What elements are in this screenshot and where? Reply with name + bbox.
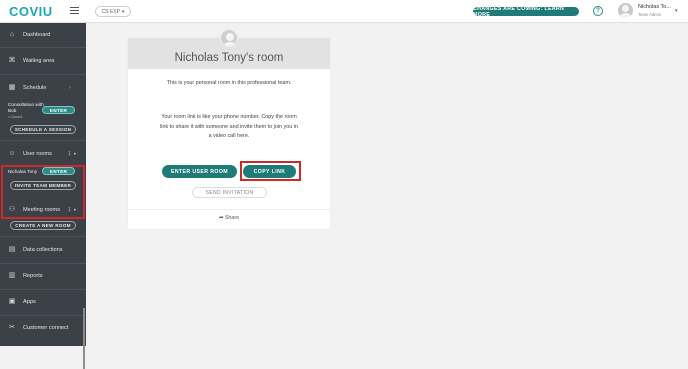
copy-link-button[interactable]: COPY LINK: [243, 165, 296, 178]
user-rooms-count: 1: [68, 151, 71, 157]
consultation-status: • Closed: [8, 115, 23, 119]
sidebar-item-label: Customer connect: [23, 325, 69, 331]
divider: [0, 236, 86, 237]
chair-icon: ⌘: [8, 57, 16, 64]
sidebar-item-waiting-area[interactable]: ⌘ Waiting area: [0, 49, 86, 73]
share-label: Share: [224, 215, 240, 221]
consultation-title: Consultation with Bob: [8, 102, 44, 113]
report-icon: ▥: [8, 272, 16, 279]
sidebar-item-data-collections[interactable]: ▤ Data collections: [0, 238, 86, 262]
sidebar-item-reports[interactable]: ▥ Reports: [0, 264, 86, 288]
chevron-down-icon: ▾: [121, 8, 125, 15]
team-select-label: CS EXP: [101, 8, 120, 15]
sidebar-item-label: Schedule: [23, 85, 47, 91]
top-bar: COVIU CS EXP ▾ CHANGES ARE COMING: LEARN…: [0, 0, 688, 23]
room-avatar: [220, 29, 238, 47]
send-invitation-button[interactable]: SEND INVITATION: [192, 187, 267, 198]
create-room-button[interactable]: CREATE A NEW ROOM: [10, 221, 76, 230]
changes-learn-more-button[interactable]: CHANGES ARE COMING: LEARN MORE: [473, 6, 579, 18]
sidebar: ⌂ Dashboard ⌘ Waiting area ▦ Schedule › …: [0, 23, 86, 369]
expand-icon: ▸: [74, 151, 77, 157]
hamburger-menu-icon[interactable]: [70, 7, 79, 15]
schedule-session-button[interactable]: SCHEDULE A SESSION: [10, 125, 76, 134]
user-rooms-highlight: [1, 165, 85, 219]
sidebar-item-customer-connect[interactable]: ✂ Customer connect: [0, 316, 86, 340]
sidebar-item-label: User rooms: [23, 151, 52, 157]
sidebar-item-label: Dashboard: [23, 32, 51, 38]
apps-icon: ▣: [8, 298, 16, 305]
user-role: Team Admin: [638, 12, 662, 17]
connect-icon: ✂: [9, 324, 15, 331]
room-title: Nicholas Tony's room: [174, 52, 284, 64]
room-card-header: Nicholas Tony's room: [128, 29, 330, 69]
sidebar-item-dashboard[interactable]: ⌂ Dashboard: [0, 23, 86, 47]
clipboard-icon: ▤: [8, 246, 16, 253]
enter-user-room-button[interactable]: ENTER USER ROOM: [162, 165, 237, 178]
user-name[interactable]: Nicholas To...: [638, 4, 671, 10]
user-avatar[interactable]: [618, 3, 633, 18]
sidebar-item-label: Waiting area: [23, 58, 55, 64]
divider: [0, 74, 86, 75]
room-description-text: Your room link is like your phone number…: [160, 114, 298, 139]
sidebar-scrollbar[interactable]: [83, 308, 85, 369]
user-icon: ☺: [8, 150, 16, 157]
sidebar-item-user-rooms[interactable]: ☺ User rooms 1 ▸: [0, 142, 86, 166]
coviu-logo[interactable]: COVIU: [9, 4, 53, 19]
room-intro-text: This is your personal room in this profe…: [166, 80, 292, 86]
sidebar-item-apps[interactable]: ▣ Apps: [0, 290, 86, 314]
divider: [128, 209, 330, 210]
divider: [0, 47, 86, 48]
sidebar-item-label: Reports: [23, 273, 43, 279]
room-card: Nicholas Tony's room This is your person…: [128, 29, 330, 229]
help-icon[interactable]: ?: [593, 6, 603, 16]
share-link[interactable]: ➦ Share: [128, 215, 330, 221]
team-select[interactable]: CS EXP ▾: [95, 6, 131, 17]
expand-icon: ›: [69, 85, 71, 91]
calendar-icon: ▦: [8, 84, 16, 91]
share-icon: ➦: [218, 215, 224, 221]
divider: [0, 140, 86, 141]
consultation-enter-button[interactable]: ENTER: [42, 106, 75, 114]
sidebar-item-label: Apps: [23, 299, 36, 305]
sidebar-item-schedule[interactable]: ▦ Schedule ›: [0, 76, 86, 100]
user-menu-caret-icon[interactable]: ▾: [675, 8, 678, 14]
sidebar-item-label: Data collections: [23, 247, 63, 253]
home-icon: ⌂: [9, 31, 15, 38]
